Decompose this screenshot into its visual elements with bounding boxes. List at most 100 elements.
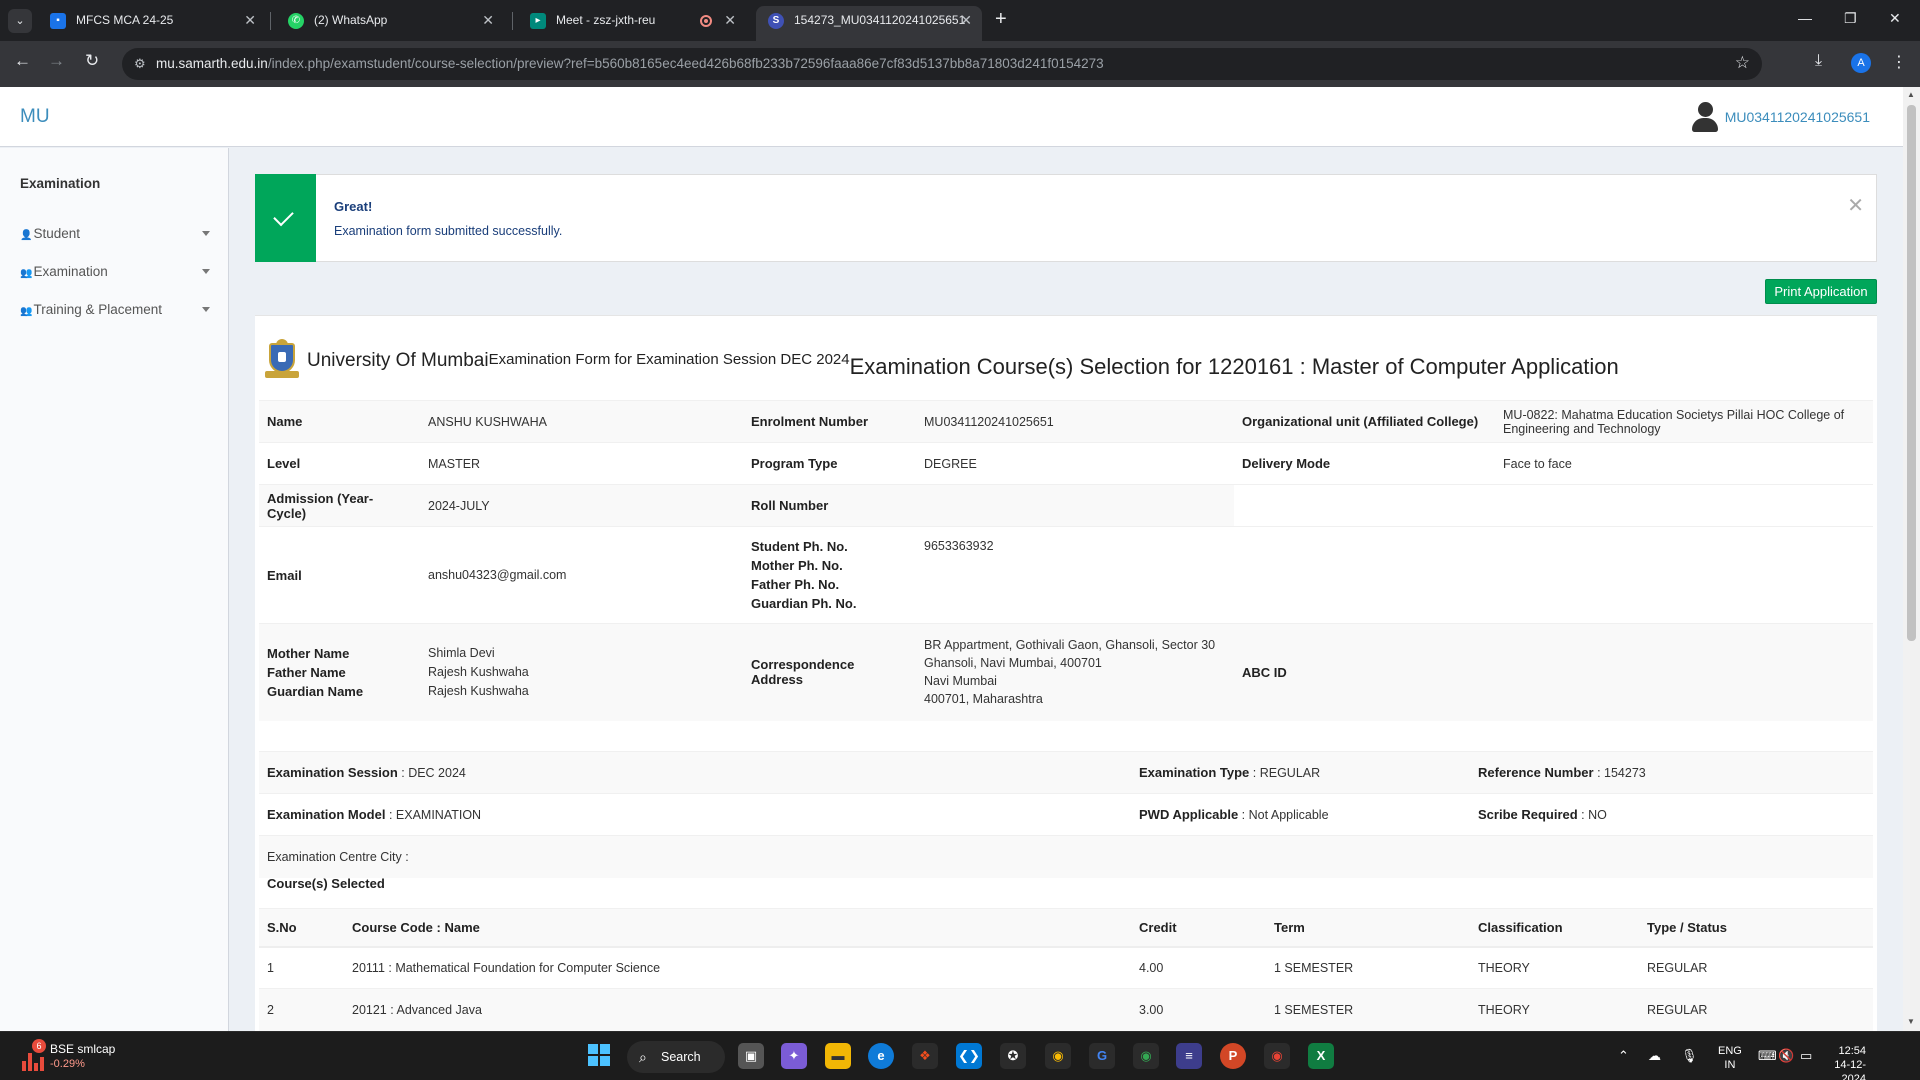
table-row: Email anshu04323@gmail.com Student Ph. N… bbox=[259, 526, 1873, 624]
browser-tab-samarth-active[interactable]: S 154273_MU0341120241025651 ✕ bbox=[756, 6, 982, 41]
windows-start-icon[interactable] bbox=[586, 1043, 612, 1069]
window-close-icon[interactable]: ✕ bbox=[1889, 10, 1901, 27]
page-scrollbar[interactable]: ▲ ▼ bbox=[1903, 87, 1920, 1031]
browser-toolbar: ← → ↻ ⚙ mu.samarth.edu.in/index.php/exam… bbox=[0, 41, 1920, 87]
system-clock[interactable]: 12:54 14-12-2024 bbox=[1816, 1044, 1866, 1080]
stock-widget-name[interactable]: BSE smlcap bbox=[50, 1042, 115, 1056]
name-value: ANSHU KUSHWAHA bbox=[420, 400, 743, 443]
org-unit-label: Organizational unit (Affiliated College) bbox=[1234, 400, 1495, 443]
browser-tab-mfcs[interactable]: ▪ MFCS MCA 24-25 ✕ bbox=[38, 6, 266, 35]
vscode-icon[interactable]: ❮❯ bbox=[956, 1043, 982, 1069]
new-tab-icon[interactable]: + bbox=[995, 8, 1007, 31]
table-row: 2 20121 : Advanced Java 3.00 1 SEMESTER … bbox=[259, 988, 1873, 1031]
meet-icon: ▸ bbox=[530, 13, 546, 29]
tab-title: 154273_MU0341120241025651 bbox=[794, 13, 966, 27]
table-cell: THEORY bbox=[1470, 988, 1639, 1031]
table-row: Admission (Year-Cycle) 2024-JULY Roll Nu… bbox=[259, 484, 1873, 527]
excel-icon[interactable]: X bbox=[1308, 1043, 1334, 1069]
browser-tab-whatsapp[interactable]: ✆ (2) WhatsApp ✕ bbox=[276, 6, 504, 35]
battery-icon[interactable]: ▭ bbox=[1800, 1048, 1812, 1064]
enrolment-label: Enrolment Number bbox=[743, 400, 916, 443]
settings-star-icon[interactable]: ✪ bbox=[1000, 1043, 1026, 1069]
name-label: Name bbox=[259, 400, 420, 443]
browser-tab-strip: ⌄ ▪ MFCS MCA 24-25 ✕ ✆ (2) WhatsApp ✕ ▸ … bbox=[0, 0, 1920, 41]
cloud-icon[interactable]: ☁ bbox=[1648, 1048, 1661, 1064]
restore-icon[interactable]: ❐ bbox=[1844, 10, 1857, 27]
browser-tab-meet[interactable]: ▸ Meet - zsz-jxth-reu ✕ bbox=[518, 6, 746, 35]
bookmark-star-icon[interactable]: ☆ bbox=[1735, 53, 1750, 73]
scribe-required: Scribe Required : NO bbox=[1470, 793, 1873, 836]
roll-number-value bbox=[916, 484, 1234, 527]
exam-centre-city: Examination Centre City : bbox=[259, 835, 1873, 878]
exam-model: Examination Model : EXAMINATION bbox=[259, 793, 1131, 836]
close-icon[interactable]: ✕ bbox=[724, 6, 736, 35]
site-info-icon[interactable]: ⚙ bbox=[134, 56, 150, 72]
print-application-button[interactable]: Print Application bbox=[1765, 279, 1877, 304]
app-icon[interactable]: ≡ bbox=[1176, 1043, 1202, 1069]
table-cell: 4.00 bbox=[1131, 946, 1266, 989]
samarth-icon: S bbox=[768, 13, 784, 29]
whatsapp-icon: ✆ bbox=[288, 13, 304, 29]
menu-kebab-icon[interactable]: ⋮ bbox=[1891, 52, 1907, 72]
admission-label: Admission (Year-Cycle) bbox=[259, 484, 420, 527]
back-icon[interactable]: ← bbox=[14, 51, 31, 71]
scroll-up-icon[interactable]: ▲ bbox=[1907, 90, 1915, 99]
email-value: anshu04323@gmail.com bbox=[420, 526, 743, 624]
user-icon: 👤 bbox=[20, 230, 33, 241]
exam-type: Examination Type : REGULAR bbox=[1131, 751, 1470, 794]
stock-widget-change: -0.29% bbox=[50, 1058, 85, 1070]
address-bar[interactable]: ⚙ mu.samarth.edu.in/index.php/examstuden… bbox=[122, 48, 1762, 80]
minimize-icon[interactable]: — bbox=[1798, 10, 1812, 26]
tab-search-chevron-icon[interactable]: ⌄ bbox=[8, 9, 32, 33]
parent-values: Shimla Devi Rajesh Kushwaha Rajesh Kushw… bbox=[420, 623, 743, 721]
sidebar-item-examination[interactable]: 👥Examination bbox=[20, 264, 210, 279]
chrome-active-icon[interactable]: ◉ bbox=[1045, 1043, 1071, 1069]
user-menu[interactable]: MU0341120241025651 bbox=[1691, 101, 1870, 133]
table-cell: 1 SEMESTER bbox=[1266, 946, 1470, 989]
forward-icon[interactable]: → bbox=[48, 51, 65, 71]
close-icon[interactable]: ✕ bbox=[960, 6, 972, 35]
profile-avatar[interactable]: A bbox=[1851, 53, 1871, 73]
sidebar-item-student[interactable]: 👤Student bbox=[20, 226, 210, 241]
powerpoint-icon[interactable]: P bbox=[1220, 1043, 1246, 1069]
top-navbar: MU MU0341120241025651 bbox=[0, 87, 1903, 147]
alert-title: Great! bbox=[334, 199, 373, 214]
column-header: Course Code : Name bbox=[344, 908, 1131, 948]
alert-message: Examination form submitted successfully. bbox=[334, 224, 563, 238]
chevron-up-icon[interactable]: ⌃ bbox=[1618, 1048, 1629, 1064]
chrome-icon[interactable]: ◉ bbox=[1133, 1043, 1159, 1069]
admission-value: 2024-JULY bbox=[420, 484, 743, 527]
brand-logo-text[interactable]: MU bbox=[20, 106, 50, 128]
taskbar-search[interactable]: ⌕ Search bbox=[627, 1041, 725, 1073]
reload-icon[interactable]: ↻ bbox=[85, 51, 99, 71]
scroll-down-icon[interactable]: ▼ bbox=[1907, 1017, 1915, 1026]
file-explorer-icon[interactable]: ▬ bbox=[825, 1043, 851, 1069]
url-text: mu.samarth.edu.in/index.php/examstudent/… bbox=[156, 56, 1104, 71]
edge-icon[interactable]: e bbox=[868, 1043, 894, 1069]
university-name: University Of Mumbai bbox=[307, 350, 489, 371]
language-indicator[interactable]: ENG IN bbox=[1718, 1044, 1742, 1072]
abc-id-value bbox=[1495, 623, 1873, 721]
network-icon[interactable]: ⌨ bbox=[1758, 1048, 1777, 1064]
sidebar-title: Examination bbox=[20, 176, 101, 191]
table-row: Mother Name Father Name Guardian Name Sh… bbox=[259, 623, 1873, 721]
users-icon: 👥 bbox=[20, 268, 33, 279]
task-view-icon[interactable]: ▣ bbox=[738, 1043, 764, 1069]
figma-icon[interactable]: ❖ bbox=[912, 1043, 938, 1069]
google-icon[interactable]: G bbox=[1089, 1043, 1115, 1069]
microphone-icon[interactable]: 🎙 bbox=[1681, 1048, 1698, 1064]
sidebar-item-label: Examination bbox=[33, 264, 108, 279]
close-icon[interactable]: ✕ bbox=[244, 6, 256, 35]
volume-muted-icon[interactable]: 🔇 bbox=[1778, 1048, 1794, 1064]
scrollbar-thumb[interactable] bbox=[1907, 105, 1916, 641]
close-icon[interactable]: ✕ bbox=[482, 6, 494, 35]
caret-down-icon bbox=[202, 269, 210, 274]
sidebar-item-label: Training & Placement bbox=[33, 302, 163, 317]
chrome-profile-icon[interactable]: ◉ bbox=[1264, 1043, 1290, 1069]
close-icon[interactable]: ✕ bbox=[1847, 193, 1864, 218]
copilot-icon[interactable]: ✦ bbox=[781, 1043, 807, 1069]
download-icon[interactable]: ⤓ bbox=[1815, 52, 1822, 70]
user-avatar-icon bbox=[1691, 102, 1719, 132]
sidebar-item-training-placement[interactable]: 👥Training & Placement bbox=[20, 302, 210, 317]
form-header: University Of Mumbai Examination Form fo… bbox=[263, 338, 1619, 384]
